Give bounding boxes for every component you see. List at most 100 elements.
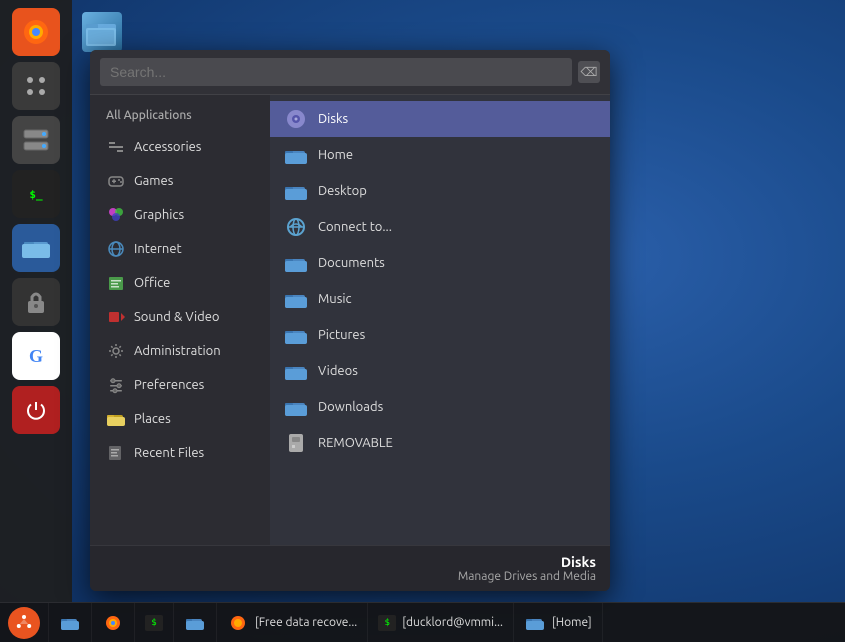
dock-icon-storage[interactable] bbox=[12, 116, 60, 164]
taskbar-ubuntu-menu[interactable] bbox=[0, 603, 49, 642]
dock-icon-lock[interactable] bbox=[12, 278, 60, 326]
taskbar-files2[interactable] bbox=[174, 603, 217, 642]
result-disks[interactable]: Disks bbox=[270, 101, 610, 137]
dock: $_ G bbox=[0, 0, 72, 602]
desktop: $_ G disks ⌫ bbox=[0, 0, 845, 642]
dock-icon-power[interactable] bbox=[12, 386, 60, 434]
result-desktop[interactable]: Desktop bbox=[270, 173, 610, 209]
dock-icon-firefox[interactable] bbox=[12, 8, 60, 56]
categories-header: All Applications bbox=[90, 105, 270, 130]
taskbar-home-btn[interactable]: [Home] bbox=[514, 603, 603, 642]
result-connect-to[interactable]: Connect to... bbox=[270, 209, 610, 245]
desktop-folder-icon[interactable] bbox=[82, 12, 122, 52]
results-panel: Disks Home bbox=[270, 95, 610, 545]
taskbar-recovery-app[interactable]: [Free data recove... bbox=[217, 603, 368, 642]
category-preferences-label: Preferences bbox=[134, 378, 204, 392]
category-sound-video-label: Sound & Video bbox=[134, 310, 220, 324]
dock-icon-gcal[interactable]: G bbox=[12, 332, 60, 380]
taskbar-home-label: [Home] bbox=[552, 616, 592, 629]
downloads-result-icon bbox=[284, 395, 308, 419]
home-result-icon bbox=[284, 143, 308, 167]
category-graphics[interactable]: Graphics bbox=[90, 198, 270, 232]
places-icon bbox=[106, 409, 126, 429]
dock-icon-apps[interactable] bbox=[12, 62, 60, 110]
accessories-icon bbox=[106, 137, 126, 157]
graphics-icon bbox=[106, 205, 126, 225]
search-input[interactable]: disks bbox=[100, 58, 572, 86]
pictures-result-icon bbox=[284, 323, 308, 347]
category-sound-video[interactable]: Sound & Video bbox=[90, 300, 270, 334]
taskbar-recovery-label: [Free data recove... bbox=[255, 616, 357, 629]
result-pictures-label: Pictures bbox=[318, 328, 365, 342]
category-office[interactable]: Office bbox=[90, 266, 270, 300]
result-desktop-label: Desktop bbox=[318, 184, 367, 198]
taskbar-ssh-app[interactable]: $ [ducklord@vmmi... bbox=[368, 603, 514, 642]
taskbar-ssh-icon: $ bbox=[378, 615, 396, 631]
search-clear-button[interactable]: ⌫ bbox=[578, 61, 600, 83]
result-removable-label: REMOVABLE bbox=[318, 436, 393, 450]
result-music[interactable]: Music bbox=[270, 281, 610, 317]
administration-icon bbox=[106, 341, 126, 361]
preferences-icon bbox=[106, 375, 126, 395]
removable-result-icon bbox=[284, 431, 308, 455]
category-recent-files-label: Recent Files bbox=[134, 446, 204, 460]
category-accessories[interactable]: Accessories bbox=[90, 130, 270, 164]
categories-panel: All Applications Accessories bbox=[90, 95, 270, 545]
recent-files-icon bbox=[106, 443, 126, 463]
category-graphics-label: Graphics bbox=[134, 208, 184, 222]
taskbar-files[interactable] bbox=[49, 603, 92, 642]
category-administration-label: Administration bbox=[134, 344, 221, 358]
result-videos[interactable]: Videos bbox=[270, 353, 610, 389]
taskbar-recovery-icon bbox=[227, 612, 249, 634]
connect-to-result-icon bbox=[284, 215, 308, 239]
office-icon bbox=[106, 273, 126, 293]
category-office-label: Office bbox=[134, 276, 170, 290]
app-info-title: Disks bbox=[104, 554, 596, 570]
documents-result-icon bbox=[284, 251, 308, 275]
dock-icon-terminal[interactable]: $_ bbox=[12, 170, 60, 218]
category-recent-files[interactable]: Recent Files bbox=[90, 436, 270, 470]
result-downloads[interactable]: Downloads bbox=[270, 389, 610, 425]
desktop-result-icon bbox=[284, 179, 308, 203]
taskbar-files2-icon bbox=[184, 612, 206, 634]
category-places[interactable]: Places bbox=[90, 402, 270, 436]
category-games[interactable]: Games bbox=[90, 164, 270, 198]
dock-icon-files[interactable] bbox=[12, 224, 60, 272]
category-preferences[interactable]: Preferences bbox=[90, 368, 270, 402]
music-result-icon bbox=[284, 287, 308, 311]
category-administration[interactable]: Administration bbox=[90, 334, 270, 368]
menu-content: All Applications Accessories bbox=[90, 95, 610, 545]
taskbar-terminal-icon: $ bbox=[145, 615, 163, 631]
sound-video-icon bbox=[106, 307, 126, 327]
category-internet[interactable]: Internet bbox=[90, 232, 270, 266]
result-documents-label: Documents bbox=[318, 256, 385, 270]
internet-icon bbox=[106, 239, 126, 259]
taskbar-ssh-label: [ducklord@vmmi... bbox=[402, 616, 503, 629]
result-home-label: Home bbox=[318, 148, 353, 162]
result-music-label: Music bbox=[318, 292, 352, 306]
category-places-label: Places bbox=[134, 412, 171, 426]
ubuntu-logo bbox=[8, 607, 40, 639]
result-pictures[interactable]: Pictures bbox=[270, 317, 610, 353]
games-icon bbox=[106, 171, 126, 191]
category-accessories-label: Accessories bbox=[134, 140, 201, 154]
videos-result-icon bbox=[284, 359, 308, 383]
taskbar-firefox-icon bbox=[102, 612, 124, 634]
result-removable[interactable]: REMOVABLE bbox=[270, 425, 610, 461]
app-info-description: Manage Drives and Media bbox=[104, 570, 596, 583]
category-games-label: Games bbox=[134, 174, 173, 188]
folder-icon bbox=[82, 12, 122, 52]
category-internet-label: Internet bbox=[134, 242, 182, 256]
result-downloads-label: Downloads bbox=[318, 400, 383, 414]
taskbar: $ [Free data recove... $ [duck bbox=[0, 602, 845, 642]
taskbar-terminal[interactable]: $ bbox=[135, 603, 174, 642]
result-documents[interactable]: Documents bbox=[270, 245, 610, 281]
taskbar-home-icon bbox=[524, 612, 546, 634]
taskbar-files-icon bbox=[59, 612, 81, 634]
menu-panel: disks ⌫ All Applications Accessories bbox=[90, 50, 610, 591]
result-disks-label: Disks bbox=[318, 112, 348, 126]
result-connect-to-label: Connect to... bbox=[318, 220, 392, 234]
result-home[interactable]: Home bbox=[270, 137, 610, 173]
taskbar-firefox[interactable] bbox=[92, 603, 135, 642]
result-videos-label: Videos bbox=[318, 364, 358, 378]
